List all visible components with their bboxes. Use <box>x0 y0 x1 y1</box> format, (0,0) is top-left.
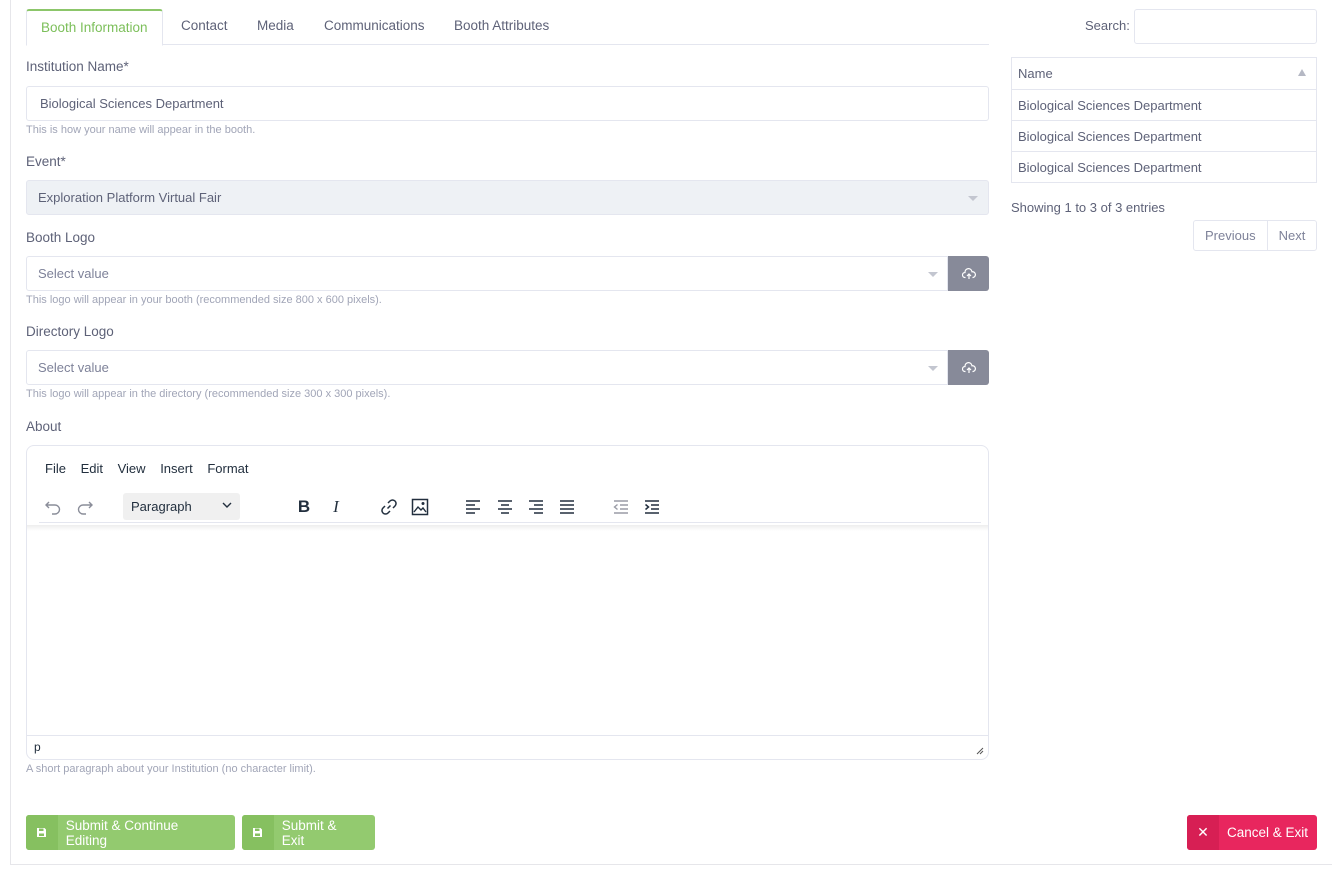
about-label: About <box>26 419 62 434</box>
redo-icon[interactable] <box>72 494 98 520</box>
menu-insert[interactable]: Insert <box>160 461 193 476</box>
next-page-button[interactable]: Next <box>1268 221 1317 250</box>
block-format-select[interactable]: Paragraph <box>123 493 240 520</box>
table-info: Showing 1 to 3 of 3 entries <box>1011 200 1165 215</box>
align-justify-icon[interactable] <box>554 494 580 520</box>
entries-table: Name Biological Sciences Department Biol… <box>1011 57 1317 183</box>
indent-icon[interactable] <box>639 494 665 520</box>
directory-logo-label: Directory Logo <box>26 324 114 339</box>
toolbar-divider <box>27 525 988 531</box>
institution-name-input[interactable]: Biological Sciences Department <box>26 86 989 121</box>
event-label: Event* <box>26 154 66 169</box>
bold-icon[interactable]: B <box>291 494 317 520</box>
block-format-value: Paragraph <box>131 499 192 514</box>
menu-view[interactable]: View <box>118 461 146 476</box>
image-icon[interactable] <box>407 494 433 520</box>
tab-contact[interactable]: Contact <box>181 9 228 45</box>
column-header-name[interactable]: Name <box>1011 57 1317 90</box>
event-select[interactable]: Exploration Platform Virtual Fair <box>26 180 989 215</box>
dropdown-caret-icon <box>928 272 938 277</box>
undo-icon[interactable] <box>40 494 66 520</box>
cloud-upload-icon <box>961 267 976 279</box>
booth-logo-upload-button[interactable] <box>948 256 989 291</box>
pagination: Previous Next <box>1193 220 1318 251</box>
menu-format[interactable]: Format <box>207 461 248 476</box>
submit-exit-label: Submit & Exit <box>281 817 337 848</box>
booth-logo-placeholder: Select value <box>38 266 109 281</box>
save-icon <box>242 815 274 850</box>
tab-communications[interactable]: Communications <box>324 9 425 45</box>
editor-statusbar: p <box>27 735 988 759</box>
sort-ascending-icon <box>1298 69 1306 76</box>
link-icon[interactable] <box>376 494 402 520</box>
editor-menubar: File Edit View Insert Format <box>45 461 260 476</box>
column-header-label: Name <box>1018 66 1053 81</box>
cancel-exit-label: Cancel & Exit <box>1227 825 1309 840</box>
menu-edit[interactable]: Edit <box>81 461 103 476</box>
tab-booth-attributes[interactable]: Booth Attributes <box>454 9 549 45</box>
booth-logo-help: This logo will appear in your booth (rec… <box>26 294 382 306</box>
editor-toolbar: Paragraph B I <box>39 490 981 523</box>
align-center-icon[interactable] <box>492 494 518 520</box>
menu-file[interactable]: File <box>45 461 66 476</box>
cancel-exit-button[interactable]: ✕ Cancel & Exit <box>1187 815 1317 850</box>
close-icon: ✕ <box>1187 815 1219 850</box>
dropdown-caret-icon <box>928 366 938 371</box>
submit-exit-button[interactable]: Submit & Exit <box>242 815 375 850</box>
directory-logo-upload-button[interactable] <box>948 350 989 385</box>
element-path[interactable]: p <box>34 740 41 754</box>
resize-handle-icon[interactable] <box>976 747 984 755</box>
booth-logo-select[interactable]: Select value <box>26 256 948 291</box>
rich-text-editor: File Edit View Insert Format Paragraph B… <box>26 445 989 760</box>
directory-logo-placeholder: Select value <box>38 360 109 375</box>
about-help: A short paragraph about your Institution… <box>26 763 316 775</box>
search-label: Search: <box>1085 18 1130 33</box>
previous-page-button[interactable]: Previous <box>1194 221 1268 250</box>
cloud-upload-icon <box>961 361 976 373</box>
search-input[interactable] <box>1134 9 1317 44</box>
directory-logo-select[interactable]: Select value <box>26 350 948 385</box>
table-row[interactable]: Biological Sciences Department <box>1011 120 1317 152</box>
institution-name-help: This is how your name will appear in the… <box>26 124 256 136</box>
dropdown-caret-icon <box>968 196 978 201</box>
table-cell: Biological Sciences Department <box>1011 89 1317 121</box>
italic-icon[interactable]: I <box>323 494 349 520</box>
save-icon <box>26 815 58 850</box>
tab-media[interactable]: Media <box>257 9 294 45</box>
submit-continue-label: Submit & Continue Editing <box>65 817 179 848</box>
tab-bar: Booth Information Contact Media Communic… <box>26 9 989 46</box>
outdent-icon[interactable] <box>608 494 634 520</box>
institution-name-label: Institution Name* <box>26 59 129 74</box>
directory-logo-help: This logo will appear in the directory (… <box>26 388 391 400</box>
table-cell: Biological Sciences Department <box>1011 120 1317 152</box>
table-row[interactable]: Biological Sciences Department <box>1011 151 1317 183</box>
table-row[interactable]: Biological Sciences Department <box>1011 89 1317 121</box>
event-value: Exploration Platform Virtual Fair <box>38 190 222 205</box>
align-left-icon[interactable] <box>460 494 486 520</box>
align-right-icon[interactable] <box>523 494 549 520</box>
booth-logo-label: Booth Logo <box>26 230 96 245</box>
tab-booth-information[interactable]: Booth Information <box>26 9 163 46</box>
table-cell: Biological Sciences Department <box>1011 151 1317 183</box>
submit-continue-button[interactable]: Submit & Continue Editing <box>26 815 235 850</box>
chevron-down-icon <box>222 502 232 508</box>
